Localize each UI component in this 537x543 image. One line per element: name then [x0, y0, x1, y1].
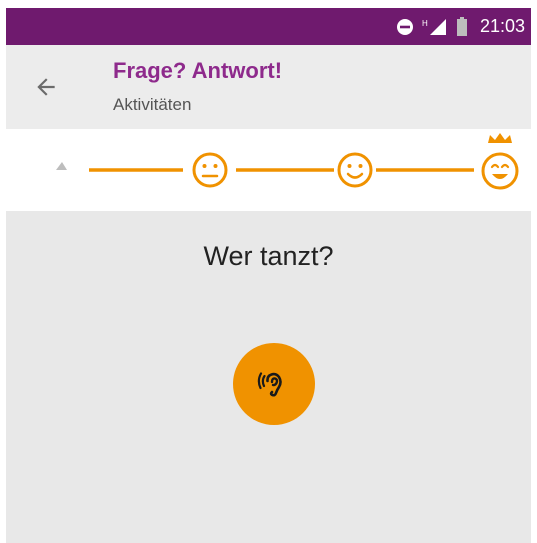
listen-button[interactable]	[233, 343, 315, 425]
page-subtitle: Aktivitäten	[113, 95, 192, 114]
do-not-disturb-icon	[396, 18, 413, 35]
neutral-face-icon	[192, 152, 228, 188]
app-screen: H 21:03 Frage? Antwort! Aktivitäten Wer …	[6, 8, 531, 543]
ear-icon	[257, 372, 282, 397]
page-title: Frage? Antwort!	[113, 58, 283, 83]
signal-icon: H	[422, 18, 446, 35]
question-text: Wer tanzt?	[203, 241, 334, 271]
start-marker-icon	[56, 162, 67, 170]
status-icons: H 21:03	[396, 8, 525, 45]
arrow-back-icon	[37, 78, 55, 96]
app-bar: Frage? Antwort! Aktivitäten	[6, 45, 531, 129]
progress-track	[6, 129, 531, 211]
svg-text:H: H	[422, 19, 428, 28]
smile-face-icon	[337, 152, 373, 188]
battery-icon	[456, 16, 467, 36]
status-time: 21:03	[479, 16, 525, 36]
crowned-happy-face-icon	[481, 133, 519, 190]
status-bar: H 21:03	[6, 8, 531, 45]
back-button[interactable]	[26, 67, 66, 107]
